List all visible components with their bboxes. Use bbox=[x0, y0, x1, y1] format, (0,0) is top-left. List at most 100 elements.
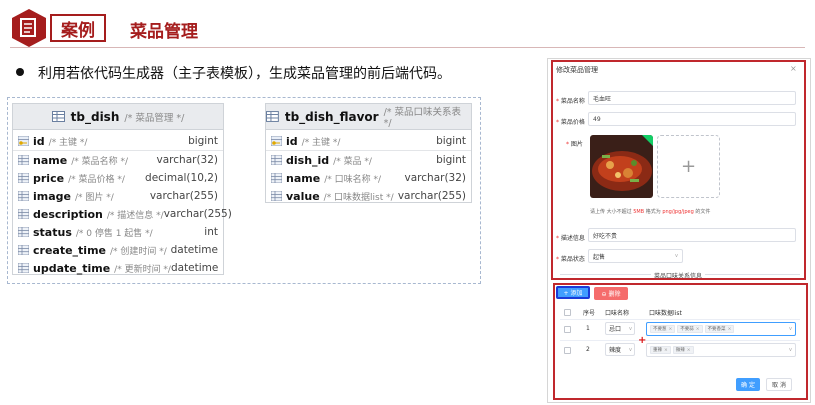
column-icon bbox=[18, 173, 29, 183]
column-icon bbox=[18, 191, 29, 201]
delete-flavor-button[interactable]: ⊖ 删除 bbox=[594, 287, 628, 300]
field-comment: /* 主键 */ bbox=[48, 137, 88, 148]
primary-key-icon bbox=[18, 136, 29, 146]
col-list-header: 口味数据list bbox=[649, 310, 682, 317]
table-field-row: id/* 主键 */ bigint bbox=[266, 132, 471, 150]
field-type: decimal(10,2) bbox=[145, 172, 218, 184]
table-field-row: status/* 0 停售 1 起售 */ int bbox=[13, 223, 223, 241]
field-comment: /* 更新时间 */ bbox=[114, 264, 171, 275]
row-index: 2 bbox=[586, 346, 590, 353]
chevron-down-icon: v bbox=[629, 325, 632, 332]
flavor-name-select[interactable]: 辣度 v bbox=[605, 343, 635, 356]
row-divider bbox=[560, 319, 800, 320]
field-name: id bbox=[33, 134, 45, 148]
field-comment: /* 0 停售 1 起售 */ bbox=[75, 228, 153, 239]
table-tb-dish-flavor: tb_dish_flavor /* 菜品口味关系表 */ id/* 主键 */ big… bbox=[265, 103, 472, 203]
add-flavor-button[interactable]: + 添加 bbox=[556, 286, 590, 299]
table-comment: /* 菜品管理 */ bbox=[124, 112, 185, 124]
field-comment: /* 描述信息 */ bbox=[106, 210, 164, 221]
field-type: datetime bbox=[170, 262, 219, 274]
flavor-list-select[interactable]: 不要葱 × 不要蒜 × 不要香菜 × v bbox=[646, 322, 796, 336]
col-index-header: 序号 bbox=[583, 310, 596, 317]
primary-key-icon bbox=[271, 136, 282, 146]
column-icon bbox=[18, 245, 29, 255]
row-divider bbox=[560, 340, 800, 341]
table-field-row: price/* 菜品价格 */ decimal(10,2) bbox=[13, 169, 223, 187]
field-type: varchar(32) bbox=[156, 154, 218, 166]
col-name-header: 口味名称 bbox=[605, 310, 630, 317]
chevron-down-icon: v bbox=[789, 326, 792, 332]
field-comment: /* 菜品价格 */ bbox=[68, 174, 125, 185]
table-field-row: update_time/* 更新时间 */datetime bbox=[13, 259, 223, 277]
field-name: description bbox=[33, 207, 103, 221]
table-field-row: name/* 菜品名称 */ varchar(32) bbox=[13, 151, 223, 169]
column-icon bbox=[271, 155, 282, 165]
page-title: 菜品管理 bbox=[130, 22, 198, 42]
field-comment: /* 口味名称 */ bbox=[324, 174, 381, 185]
chevron-down-icon: v bbox=[629, 346, 632, 353]
table-name: tb_dish_flavor bbox=[284, 109, 379, 124]
row-checkbox[interactable] bbox=[564, 326, 571, 333]
flavor-tag-label: 不要香菜 bbox=[707, 327, 726, 332]
field-comment: /* 口味数据list */ bbox=[323, 192, 394, 203]
table-header: tb_dish_flavor /* 菜品口味关系表 */ bbox=[266, 104, 471, 130]
field-comment: /* 主键 */ bbox=[301, 137, 341, 148]
close-icon[interactable]: × bbox=[696, 327, 700, 332]
table-field-row: dish_id/* 菜品 */ bigint bbox=[266, 151, 471, 169]
table-field-row: create_time /* 创建时间 */datetime bbox=[13, 241, 223, 259]
flavor-name-select[interactable]: 忌口 v bbox=[605, 322, 635, 335]
field-comment: /* 创建时间 */ bbox=[110, 246, 167, 257]
row-index: 1 bbox=[586, 325, 590, 332]
close-icon[interactable]: × bbox=[728, 327, 732, 332]
highlight-main-form bbox=[551, 60, 806, 280]
flavor-tag[interactable]: 不要葱 × bbox=[650, 325, 676, 333]
flavor-tag[interactable]: 微辣 × bbox=[672, 346, 694, 354]
field-name: update_time bbox=[33, 261, 111, 275]
field-type: int bbox=[204, 226, 218, 238]
field-name: name bbox=[33, 153, 68, 167]
table-comment: /* 菜品口味关系表 */ bbox=[383, 107, 462, 129]
table-field-row: id/* 主键 */ bigint bbox=[13, 132, 223, 150]
field-name: price bbox=[33, 171, 65, 185]
field-type: varchar(255) bbox=[397, 190, 466, 202]
case-tag: 案例 bbox=[50, 14, 106, 42]
column-icon bbox=[18, 263, 29, 273]
field-name: status bbox=[33, 225, 72, 239]
chevron-down-icon: v bbox=[789, 347, 792, 353]
field-comment: /* 菜品 */ bbox=[333, 156, 372, 167]
cancel-button[interactable]: 取 消 bbox=[766, 378, 792, 391]
close-icon[interactable]: × bbox=[687, 348, 691, 353]
confirm-button[interactable]: 确 定 bbox=[736, 378, 760, 391]
table-icon bbox=[51, 111, 65, 122]
flavor-tag[interactable]: 不要香菜 × bbox=[704, 325, 735, 333]
field-type: bigint bbox=[436, 154, 466, 166]
close-icon[interactable]: × bbox=[669, 327, 673, 332]
table-field-row: name/* 口味名称 */ varchar(32) bbox=[266, 169, 471, 187]
flavor-tag-label: 不要葱 bbox=[653, 327, 667, 332]
column-icon bbox=[18, 155, 29, 165]
plus-marker-icon: + bbox=[638, 335, 647, 346]
field-name: name bbox=[286, 171, 321, 185]
document-icon bbox=[12, 9, 46, 47]
field-comment: /* 图片 */ bbox=[75, 192, 114, 203]
flavor-tag-label: 重辣 bbox=[653, 348, 662, 353]
flavor-tag[interactable]: 重辣 × bbox=[650, 346, 671, 354]
field-name: create_time bbox=[33, 243, 106, 257]
field-type: bigint bbox=[188, 135, 218, 147]
flavor-tag-label: 不要蒜 bbox=[680, 327, 694, 332]
row-checkbox[interactable] bbox=[564, 347, 571, 354]
flavor-tag[interactable]: 不要蒜 × bbox=[677, 325, 703, 333]
table-field-row: value/* 口味数据list */varchar(255) bbox=[266, 187, 471, 205]
field-type: bigint bbox=[436, 135, 466, 147]
bullet-dot bbox=[16, 68, 24, 76]
column-icon bbox=[271, 191, 282, 201]
close-icon[interactable]: × bbox=[664, 348, 668, 353]
field-name: image bbox=[33, 189, 71, 203]
field-name: dish_id bbox=[286, 153, 330, 167]
field-name: value bbox=[286, 189, 320, 203]
table-header: tb_dish /* 菜品管理 */ bbox=[13, 104, 223, 130]
bullet-text: 利用若依代码生成器（主子表模板），生成菜品管理的前后端代码。 bbox=[38, 66, 451, 82]
flavor-list-select[interactable]: 重辣 × 微辣 × v bbox=[646, 343, 796, 357]
column-icon bbox=[18, 227, 29, 237]
select-all-checkbox[interactable] bbox=[564, 309, 571, 316]
